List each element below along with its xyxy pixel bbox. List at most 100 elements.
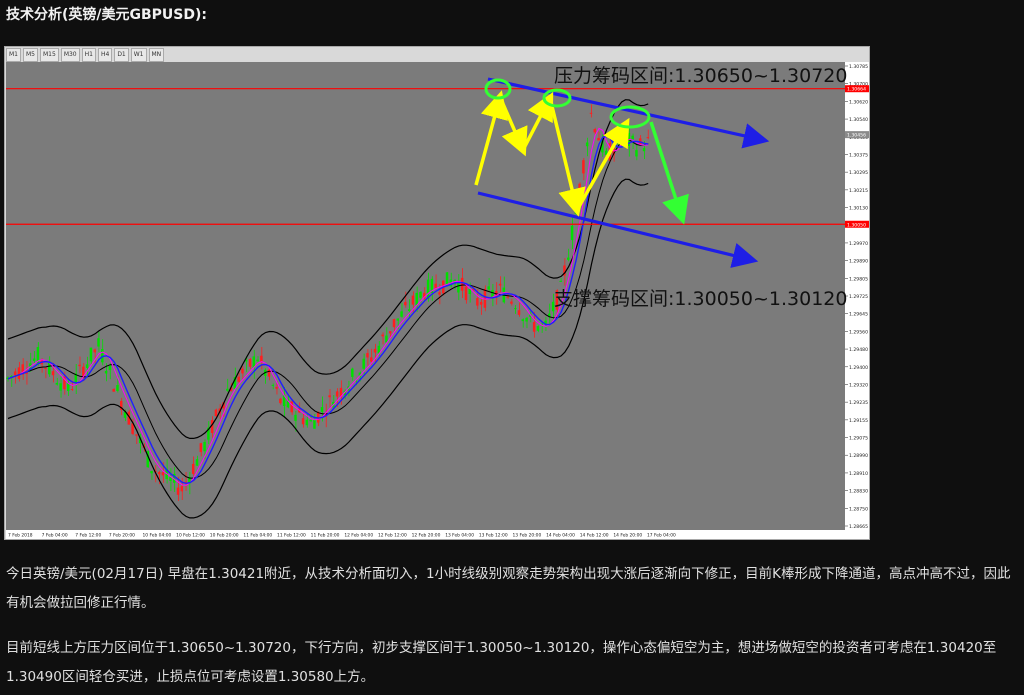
candle-body <box>585 142 589 147</box>
candle-body <box>532 322 536 332</box>
candle-body <box>536 326 540 331</box>
candle-body <box>279 398 282 404</box>
candle-body <box>635 150 638 157</box>
candle-body <box>55 382 59 385</box>
candle-body <box>388 331 392 334</box>
candle-body <box>642 148 646 152</box>
candle-body <box>362 358 365 369</box>
price-tick-label: 1.30295 <box>849 170 868 176</box>
support-price-tag: 1.30050 <box>847 222 866 228</box>
time-tick-label: 11 Feb 12:00 <box>277 533 306 539</box>
candle-body <box>237 376 240 382</box>
price-tick-label: 1.29235 <box>849 400 868 406</box>
candle-body <box>646 137 650 139</box>
resistance-price-tag: 1.30664 <box>847 87 866 93</box>
candle-body <box>226 388 229 391</box>
candle-body <box>275 387 278 389</box>
analysis-paragraph-1: 今日英镑/美元(02月17日) 早盘在1.30421附近，从技术分析面切入，1小… <box>6 566 1011 611</box>
candle-body <box>404 301 407 306</box>
candle-body <box>411 295 415 305</box>
time-tick-label: 12 Feb 20:00 <box>412 533 441 539</box>
time-tick-label: 7 Feb 04:00 <box>42 533 68 539</box>
candle-body <box>267 369 271 377</box>
candle-body <box>506 296 509 298</box>
time-tick-label: 17 Feb 04:00 <box>647 533 676 539</box>
time-tick-label: 7 Feb 12:00 <box>75 533 101 539</box>
time-tick-label: 7 Feb 20:00 <box>109 533 135 539</box>
analysis-paragraph-2: 目前短线上方压力区间位于1.30650~1.30720，下行方向，初步支撑区间于… <box>6 640 997 685</box>
candle-body <box>370 357 373 362</box>
candle-body <box>525 317 528 322</box>
candle-body <box>513 308 517 310</box>
price-tick-label: 1.29320 <box>849 382 868 388</box>
candle-body <box>415 292 418 306</box>
price-tick-label: 1.30215 <box>849 188 868 194</box>
time-tick-label: 13 Feb 20:00 <box>512 533 541 539</box>
candle-body <box>457 281 460 293</box>
candle-body <box>161 472 165 476</box>
time-tick-label: 12 Feb 04:00 <box>344 533 373 539</box>
candle-body <box>476 298 479 306</box>
price-tick-label: 1.29890 <box>849 259 868 265</box>
support-annotation: 支撑筹码区间:1.30050~1.30120 <box>554 288 847 310</box>
candle-body <box>498 283 502 286</box>
candle-body <box>559 280 562 282</box>
time-tick-label: 10 Feb 12:00 <box>176 533 205 539</box>
candle-body <box>199 443 203 453</box>
candle-body <box>582 160 585 174</box>
candle-body <box>335 391 339 397</box>
candle-body <box>313 419 316 429</box>
candle-body <box>434 283 437 289</box>
candle-body <box>373 348 377 353</box>
candle-body <box>93 349 96 353</box>
candle-body <box>460 277 464 291</box>
candle-body <box>104 370 108 374</box>
time-tick-label: 10 Feb 20:00 <box>210 533 239 539</box>
price-tick-label: 1.30785 <box>849 64 868 70</box>
candle-body <box>135 434 138 436</box>
candle-body <box>248 358 252 367</box>
candle-body <box>396 318 400 321</box>
time-tick-label: 14 Feb 12:00 <box>580 533 609 539</box>
candle-body <box>392 319 396 328</box>
candle-body <box>320 407 324 412</box>
candle-body <box>381 334 384 337</box>
price-tick-label: 1.30620 <box>849 99 868 105</box>
candle-body <box>328 395 331 398</box>
candle-body <box>13 371 17 376</box>
candle-body <box>517 310 521 315</box>
time-tick-label: 13 Feb 12:00 <box>479 533 508 539</box>
candle-body <box>407 309 411 311</box>
candle-body <box>116 385 119 391</box>
candle-body <box>195 459 199 466</box>
candle-body <box>78 364 81 367</box>
candle-body <box>294 414 297 421</box>
candle-body <box>438 292 441 295</box>
candle-body <box>301 418 305 425</box>
candle-body <box>366 353 369 358</box>
current-price-tag: 1.30456 <box>847 133 866 139</box>
candle-body <box>17 367 21 379</box>
candle-body <box>150 470 153 474</box>
price-tick-label: 1.28990 <box>849 453 868 459</box>
price-tick-label: 1.28830 <box>849 489 868 495</box>
price-tick-label: 1.29400 <box>849 365 868 371</box>
candle-body <box>51 371 55 376</box>
resistance-annotation: 压力筹码区间:1.30650~1.30720 <box>554 65 847 87</box>
candle-body <box>597 137 600 141</box>
candle-body <box>593 129 597 133</box>
candle-body <box>70 388 74 390</box>
candle-body <box>89 347 93 362</box>
candle-body <box>589 112 593 114</box>
price-tick-label: 1.29805 <box>849 276 868 282</box>
candle-body <box>97 338 100 347</box>
candle-body <box>574 212 578 214</box>
price-tick-label: 1.29725 <box>849 294 868 300</box>
candle-body <box>59 383 62 391</box>
candle-body <box>351 368 354 377</box>
candle-body <box>85 364 89 368</box>
candle-body <box>157 472 161 475</box>
candle-body <box>400 311 403 317</box>
price-tick-label: 1.29155 <box>849 418 868 424</box>
time-tick-label: 14 Feb 20:00 <box>613 533 642 539</box>
